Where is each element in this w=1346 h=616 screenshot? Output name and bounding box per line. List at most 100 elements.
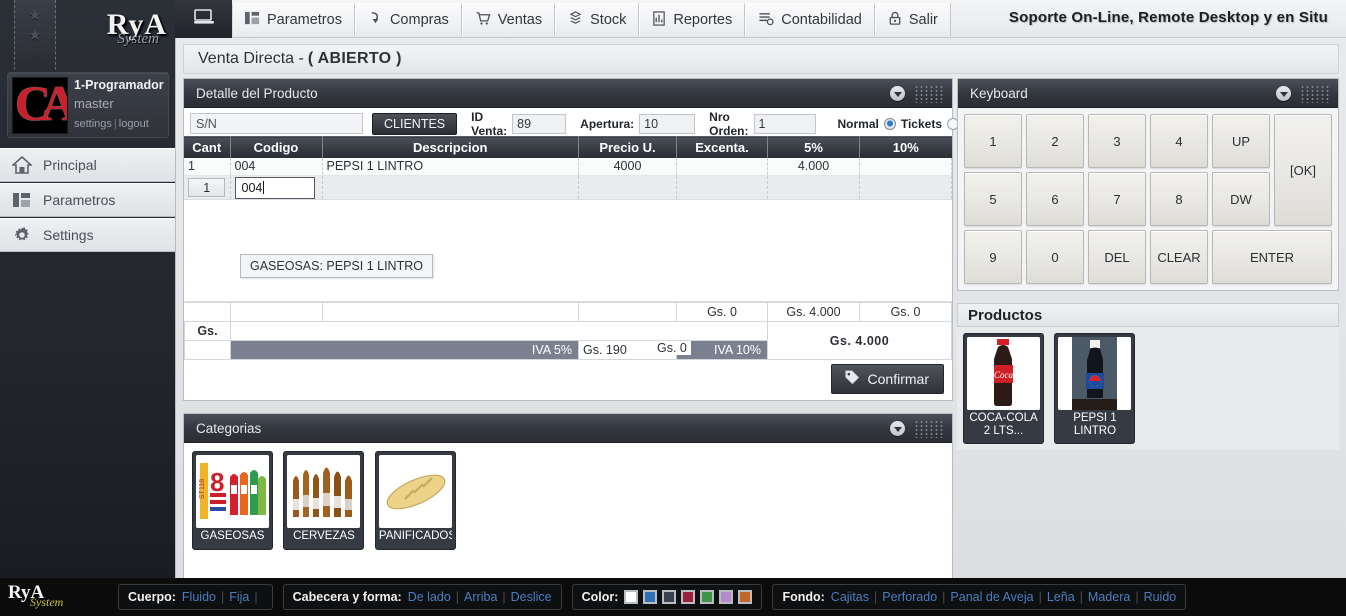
confirmar-button[interactable]: Confirmar — [830, 364, 944, 394]
menu-item-compras[interactable]: Compras — [354, 3, 462, 36]
key-2[interactable]: 2 — [1026, 114, 1084, 168]
menu-item-ventas[interactable]: Ventas — [461, 3, 556, 36]
separator: | — [502, 590, 506, 604]
separator: | — [220, 590, 225, 604]
table-edit-row[interactable]: 1 004 — [184, 175, 952, 200]
bottom-bar: RyA System Cuerpo: Fluido | Fija | Cabec… — [0, 578, 1346, 616]
fondo-option-lena[interactable]: Leña — [1047, 590, 1075, 604]
menu-item-stock[interactable]: Stock — [555, 3, 640, 36]
radio-normal[interactable] — [883, 117, 896, 130]
menu-item-label: Salir — [908, 12, 938, 28]
menu-item-parametros[interactable]: Parametros — [232, 3, 355, 36]
lock-icon — [888, 11, 902, 30]
pepsi-image — [1058, 337, 1132, 410]
categoria-tile-cervezas[interactable]: CERVEZAS — [283, 451, 365, 550]
sidebar-item-label: Parametros — [43, 192, 116, 208]
logout-link[interactable]: logout — [119, 118, 149, 130]
chevron-down-icon[interactable] — [890, 86, 905, 101]
key-3[interactable]: 3 — [1088, 114, 1146, 168]
key-8[interactable]: 8 — [1150, 172, 1208, 226]
key-clear[interactable]: CLEAR — [1150, 230, 1208, 284]
cabecera-option-de-lado[interactable]: De lado — [408, 590, 451, 604]
cell-iva5: 4.000 — [767, 157, 860, 176]
categoria-tile-panificados[interactable]: PANIFICADOSs — [374, 451, 456, 550]
productos-panel-header: Productos — [957, 303, 1339, 327]
settings-link[interactable]: settings — [74, 118, 112, 130]
key-del[interactable]: DEL — [1088, 230, 1146, 284]
sidebar-item-principal[interactable]: Principal — [0, 148, 175, 182]
color-group: Color: — [571, 584, 763, 610]
clientes-button[interactable]: CLIENTES — [372, 112, 458, 135]
key-enter[interactable]: ENTER — [1212, 230, 1332, 284]
cabecera-option-arriba[interactable]: Arriba — [464, 590, 497, 604]
keypad-grid: 1 2 3 4 UP [OK] 5 6 7 8 DW 9 0 DEL CLEAR… — [964, 114, 1332, 284]
fondo-option-ruido[interactable]: Ruido — [1144, 590, 1177, 604]
producto-tile-coca-cola[interactable]: Coca COCA-COLA 2 LTS... — [963, 333, 1044, 444]
color-swatch-orange[interactable] — [738, 590, 753, 604]
grand-total: Gs. 4.000 — [767, 321, 952, 360]
keyboard-panel-header: Keyboard — [958, 79, 1338, 108]
cant-input[interactable]: 1 — [188, 178, 226, 197]
key-9[interactable]: 9 — [964, 230, 1022, 284]
fondo-option-panal[interactable]: Panal de Aveja — [950, 590, 1033, 604]
nro-orden-input[interactable] — [753, 113, 816, 134]
col-iva5: 5% — [767, 136, 860, 158]
home-tab[interactable] — [175, 0, 232, 38]
serial-input[interactable] — [190, 113, 363, 134]
color-swatch-lilac[interactable] — [719, 590, 734, 604]
fondo-option-cajitas[interactable]: Cajitas — [831, 590, 869, 604]
autocomplete-suggestion[interactable]: GASEOSAS: PEPSI 1 LINTRO — [240, 254, 433, 278]
codigo-input[interactable]: 004 — [234, 176, 315, 199]
sidebar-item-settings[interactable]: Settings — [0, 218, 175, 252]
color-swatch-crimson[interactable] — [681, 590, 696, 604]
edit-iva10-cell — [859, 175, 952, 200]
drag-handle[interactable] — [914, 420, 944, 438]
cell-precio: 4000 — [578, 157, 677, 176]
categorias-panel: Categorias ST118 8 GASEOSAS CERVEZAS PAN… — [183, 413, 953, 589]
mode-radio-group: Normal Tickets — [838, 117, 959, 131]
drag-handle[interactable] — [1300, 85, 1330, 103]
key-ok[interactable]: [OK] — [1274, 114, 1332, 226]
drag-handle[interactable] — [914, 85, 944, 103]
key-0[interactable]: 0 — [1026, 230, 1084, 284]
menu-item-salir[interactable]: Salir — [874, 3, 951, 36]
menu-item-reportes[interactable]: Reportes — [639, 3, 746, 36]
iva-row-blank — [184, 340, 231, 360]
categoria-tile-gaseosas[interactable]: ST118 8 GASEOSAS — [192, 451, 273, 550]
separator: | — [1038, 590, 1042, 604]
sidebar: ★ ★ RyA System CA 1-Programador master s… — [0, 0, 175, 578]
chevron-down-icon[interactable] — [890, 421, 905, 436]
key-1[interactable]: 1 — [964, 114, 1022, 168]
detalle-form-row: CLIENTES ID Venta: Apertura: Nro Orden: — [184, 108, 959, 138]
color-swatch-slate[interactable] — [662, 590, 677, 604]
coca-cola-image: Coca — [967, 337, 1040, 410]
chevron-down-icon[interactable] — [1276, 86, 1291, 101]
key-4[interactable]: 4 — [1150, 114, 1208, 168]
separator: | — [254, 590, 258, 604]
key-up[interactable]: UP — [1212, 114, 1270, 168]
fondo-option-perforado[interactable]: Perforado — [882, 590, 937, 604]
fondo-option-madera[interactable]: Madera — [1088, 590, 1130, 604]
menu-item-contabilidad[interactable]: Contabilidad — [745, 3, 875, 36]
cuerpo-option-fluido[interactable]: Fluido — [182, 590, 216, 604]
id-venta-input[interactable] — [512, 113, 567, 134]
color-swatch-blue[interactable] — [643, 590, 658, 604]
table-row[interactable]: 1 004 PEPSI 1 LINTRO 4000 4.000 — [184, 157, 952, 176]
cuerpo-option-fija[interactable]: Fija — [229, 590, 249, 604]
producto-tile-pepsi[interactable]: PEPSI 1 LINTRO — [1054, 333, 1136, 444]
sidebar-item-parametros[interactable]: Parametros — [0, 183, 175, 217]
page-title: Venta Directa - ( ABIERTO ) — [183, 44, 1339, 74]
cell-codigo: 004 — [230, 157, 323, 176]
apertura-input[interactable] — [639, 113, 696, 134]
categoria-label: GASEOSAS — [200, 530, 265, 542]
cabecera-option-deslice[interactable]: Deslice — [511, 590, 552, 604]
gs-label: Gs. — [184, 321, 231, 341]
color-swatch-green[interactable] — [700, 590, 715, 604]
apertura-field: Apertura: — [580, 113, 696, 134]
key-7[interactable]: 7 — [1088, 172, 1146, 226]
color-swatch-white[interactable] — [624, 590, 639, 604]
key-5[interactable]: 5 — [964, 172, 1022, 226]
key-dw[interactable]: DW — [1212, 172, 1270, 226]
grid-empty-space — [184, 200, 952, 302]
key-6[interactable]: 6 — [1026, 172, 1084, 226]
